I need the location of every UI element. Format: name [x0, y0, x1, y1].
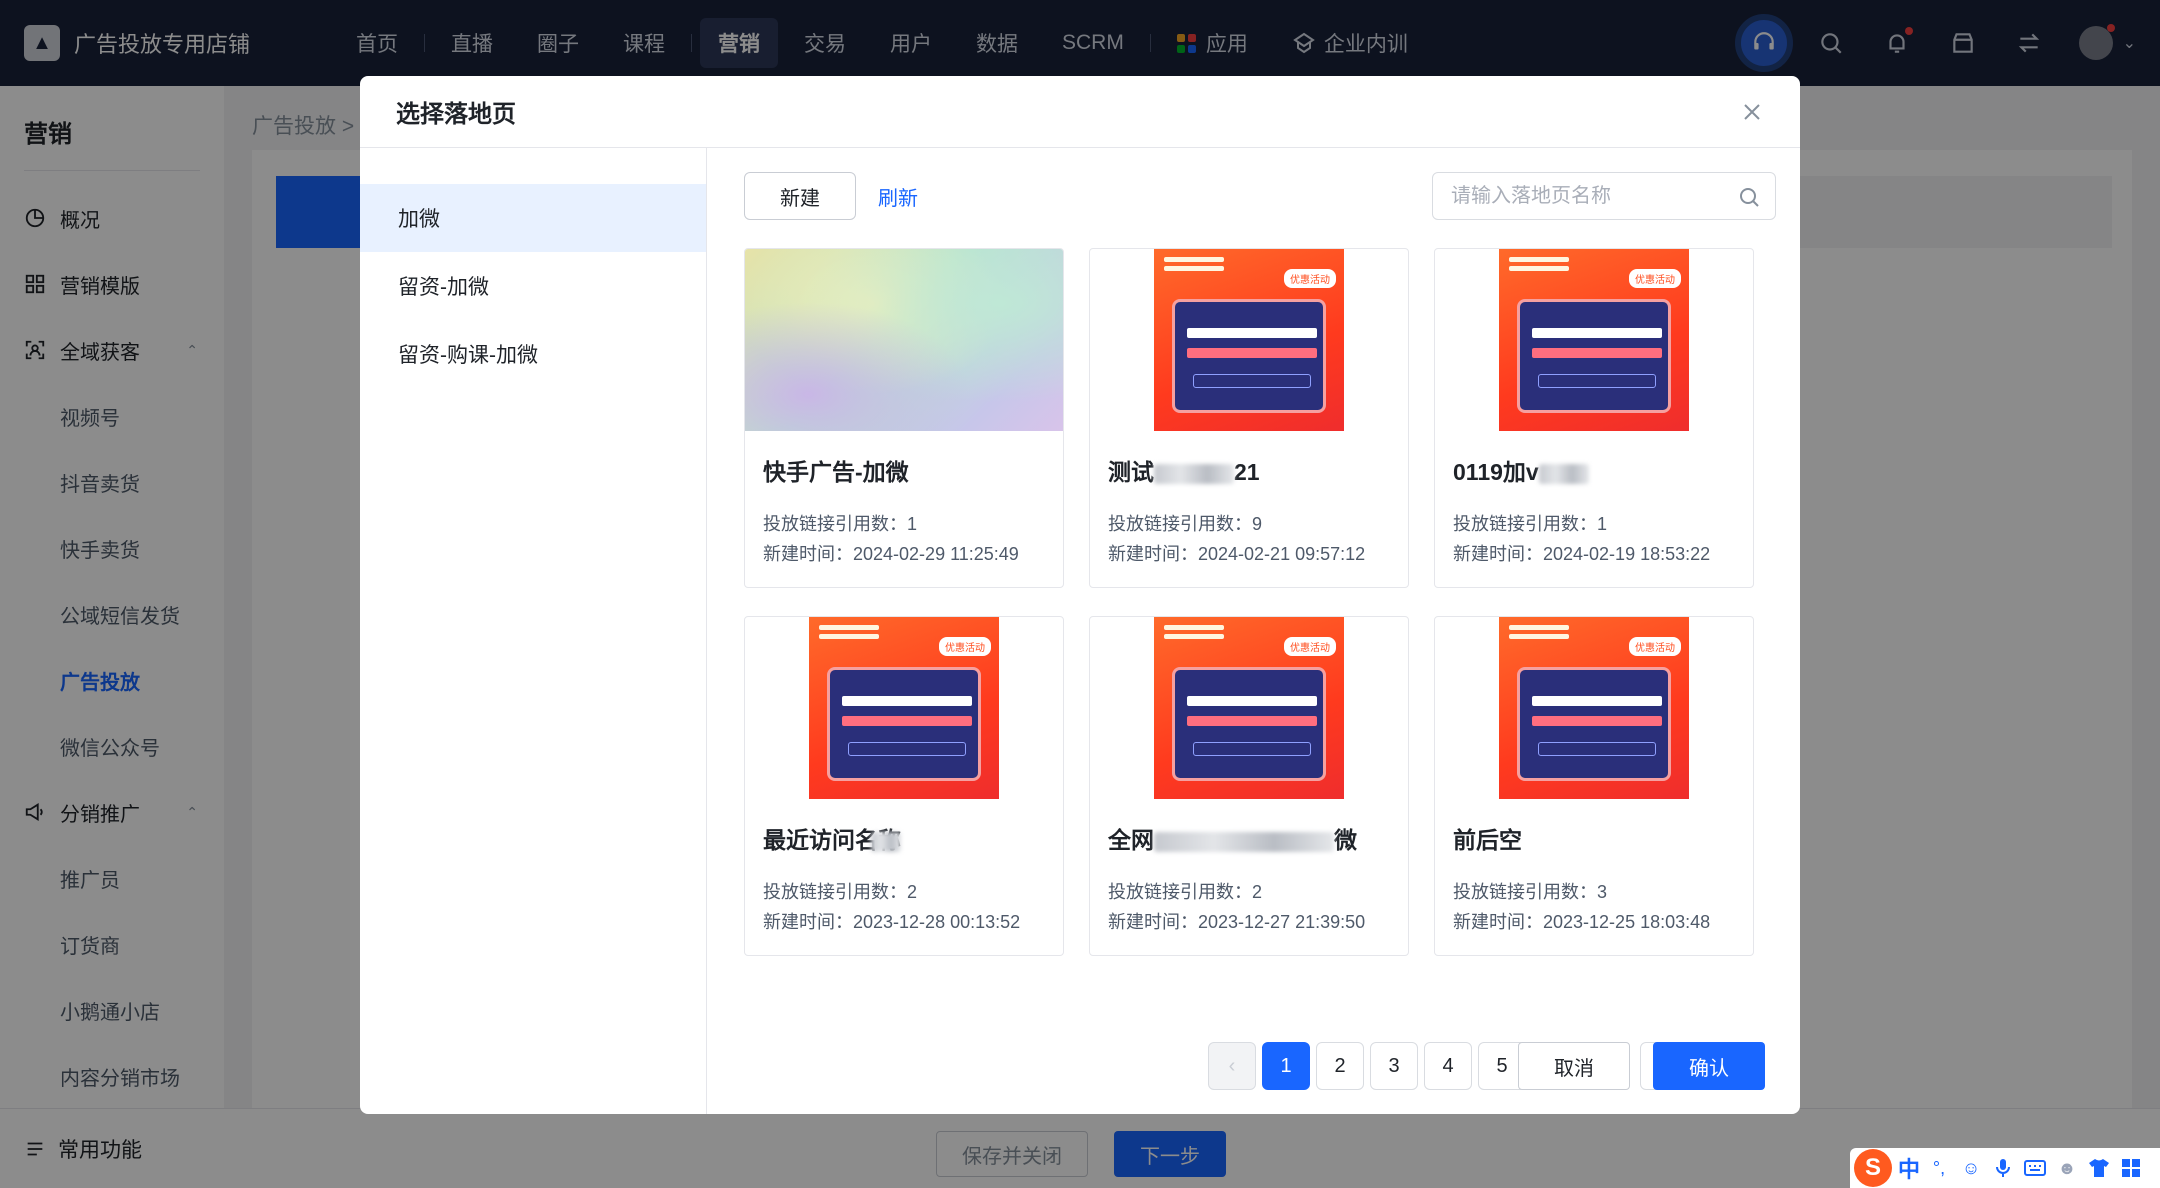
- ref-count-value: 2: [907, 882, 918, 902]
- promo-poster-image: 优惠活动: [1154, 249, 1344, 431]
- ref-count-label: 投放链接引用数：: [763, 514, 907, 534]
- page-button[interactable]: 3: [1370, 1042, 1418, 1090]
- card-thumbnail: 优惠活动: [745, 617, 1063, 799]
- card-title-suffix: 微: [1334, 827, 1357, 853]
- created-value: 2023-12-25 18:03:48: [1543, 912, 1711, 932]
- landing-page-card[interactable]: 优惠活动 前后空 投放链接引用数： 3 新建时间： 2023-12-25 18:03…: [1434, 616, 1754, 956]
- redacted-blur: [1538, 463, 1589, 484]
- promo-poster-image: 优惠活动: [1499, 617, 1689, 799]
- page-button[interactable]: 1: [1262, 1042, 1310, 1090]
- redacted-blur: [871, 831, 901, 852]
- search-box: [1432, 172, 1776, 220]
- poster-badge: 优惠活动: [1629, 269, 1681, 288]
- card-title: 最近访问名称: [763, 821, 1045, 877]
- ime-logo[interactable]: S: [1854, 1149, 1892, 1187]
- ref-count-label: 投放链接引用数：: [1453, 882, 1597, 902]
- ref-count-value: 1: [1597, 514, 1608, 534]
- search-input[interactable]: [1451, 184, 1731, 208]
- card-title-text: 测试: [1108, 459, 1154, 485]
- ref-count-value: 1: [907, 514, 918, 534]
- card-title: 测试 21: [1108, 453, 1390, 509]
- card-thumbnail: 优惠活动: [1435, 617, 1753, 799]
- ime-language-toggle[interactable]: 中: [1898, 1152, 1920, 1184]
- created-value: 2024-02-21 09:57:12: [1198, 544, 1366, 564]
- created-value: 2023-12-28 00:13:52: [853, 912, 1021, 932]
- poster-badge: 优惠活动: [1284, 269, 1336, 288]
- promo-poster-image: 优惠活动: [1499, 249, 1689, 431]
- card-title-text: 前后空: [1453, 827, 1522, 853]
- card-title: 0119加v: [1453, 453, 1735, 509]
- created-value: 2024-02-19 18:53:22: [1543, 544, 1711, 564]
- search-icon[interactable]: [1737, 185, 1761, 214]
- card-thumbnail: [745, 249, 1063, 431]
- card-thumbnail: 优惠活动: [1435, 249, 1753, 431]
- user-icon[interactable]: ☻: [2054, 1155, 2080, 1181]
- created-label: 新建时间：: [1108, 912, 1198, 932]
- redacted-blur: [1154, 831, 1334, 852]
- confirm-button[interactable]: 确认: [1653, 1042, 1765, 1090]
- category-item[interactable]: 留资-加微: [360, 252, 706, 320]
- landing-page-grid: 快手广告-加微 投放链接引用数： 1 新建时间： 2024-02-29 11:25:…: [744, 248, 1754, 956]
- close-icon[interactable]: [1734, 94, 1770, 130]
- category-list: 加微 留资-加微 留资-购课-加微: [360, 148, 707, 1114]
- ref-count-value: 2: [1252, 882, 1263, 902]
- toolbox-icon[interactable]: [2118, 1155, 2144, 1181]
- keyboard-icon[interactable]: [2022, 1155, 2048, 1181]
- created-label: 新建时间：: [763, 544, 853, 564]
- new-button[interactable]: 新建: [744, 172, 856, 220]
- card-title: 前后空: [1453, 821, 1735, 877]
- card-title-text: 全网: [1108, 827, 1154, 853]
- ref-count-value: 3: [1597, 882, 1608, 902]
- landing-page-card[interactable]: 优惠活动 0119加v 投放链接引用数： 1 新建时间： 2024-02-19 18…: [1434, 248, 1754, 588]
- created-value: 2024-02-29 11:25:49: [853, 544, 1019, 564]
- created-label: 新建时间：: [1108, 544, 1198, 564]
- emoji-icon[interactable]: ☺: [1958, 1155, 1984, 1181]
- poster-badge: 优惠活动: [1284, 637, 1336, 656]
- punctuation-icon[interactable]: °,: [1926, 1155, 1952, 1181]
- created-value: 2023-12-27 21:39:50: [1198, 912, 1366, 932]
- dialog-header: 选择落地页: [360, 76, 1800, 148]
- cancel-button[interactable]: 取消: [1518, 1042, 1630, 1090]
- promo-poster-image: 优惠活动: [1154, 617, 1344, 799]
- ime-toolbar: S 中 °, ☺ ☻: [1850, 1148, 2160, 1188]
- skin-icon[interactable]: [2086, 1155, 2112, 1181]
- landing-page-card[interactable]: 优惠活动 全网 微 投放链接引用数： 2 新建时间： 2023-12-27 21:39…: [1089, 616, 1409, 956]
- ref-count-label: 投放链接引用数：: [763, 882, 907, 902]
- created-label: 新建时间：: [763, 912, 853, 932]
- created-label: 新建时间：: [1453, 912, 1543, 932]
- landing-page-card[interactable]: 快手广告-加微 投放链接引用数： 1 新建时间： 2024-02-29 11:25:…: [744, 248, 1064, 588]
- ref-count-label: 投放链接引用数：: [1108, 514, 1252, 534]
- created-label: 新建时间：: [1453, 544, 1543, 564]
- card-thumbnail: 优惠活动: [1090, 249, 1408, 431]
- landing-page-card[interactable]: 优惠活动 测试 21 投放链接引用数： 9 新建时间： 2024-02-21 09:5…: [1089, 248, 1409, 588]
- category-item[interactable]: 留资-购课-加微: [360, 320, 706, 388]
- landing-page-panel: 新建 刷新 快手广告-加微 投放链接引用数：1 新建时间：2024-02-29 …: [708, 148, 1800, 1114]
- card-title-suffix: 21: [1234, 459, 1260, 485]
- page-button[interactable]: 4: [1424, 1042, 1472, 1090]
- redacted-blur: [1154, 463, 1234, 484]
- category-item[interactable]: 加微: [360, 184, 706, 252]
- ref-count-value: 9: [1252, 514, 1263, 534]
- prev-page-button[interactable]: ‹: [1208, 1042, 1256, 1090]
- ref-count-label: 投放链接引用数：: [1453, 514, 1597, 534]
- poster-badge: 优惠活动: [1629, 637, 1681, 656]
- promo-poster-image: 优惠活动: [809, 617, 999, 799]
- select-landing-page-dialog: 选择落地页 加微 留资-加微 留资-购课-加微 新建 刷新 快手广告-加微: [360, 76, 1800, 1114]
- refresh-link[interactable]: 刷新: [878, 172, 918, 220]
- dialog-title: 选择落地页: [396, 101, 516, 128]
- poster-badge: 优惠活动: [939, 637, 991, 656]
- card-thumbnail: 优惠活动: [1090, 617, 1408, 799]
- microphone-icon[interactable]: [1990, 1155, 2016, 1181]
- landing-page-card[interactable]: 优惠活动 最近访问名称 投放链接引用数： 2 新建时间： 2023-12-28 00…: [744, 616, 1064, 956]
- card-title: 全网 微: [1108, 821, 1390, 877]
- card-title: 快手广告-加微: [763, 459, 909, 485]
- card-title-text: 0119加v: [1453, 459, 1539, 485]
- ref-count-label: 投放链接引用数：: [1108, 882, 1252, 902]
- page-button[interactable]: 2: [1316, 1042, 1364, 1090]
